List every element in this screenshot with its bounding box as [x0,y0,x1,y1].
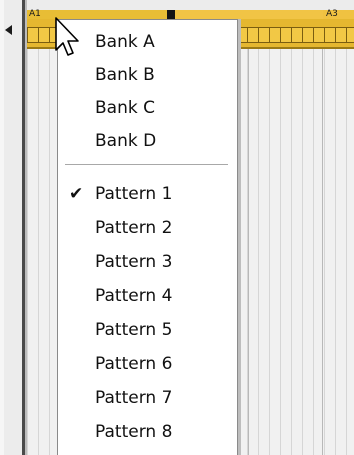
menu-item-pattern-7[interactable]: Pattern 7 [58,381,237,415]
left-edge [0,0,4,455]
menu-item-label: Pattern 1 [95,184,173,204]
menu-item-label: Pattern 8 [95,422,173,442]
menu-item-label: Pattern 3 [95,252,173,272]
triangle-left-icon[interactable] [5,25,12,35]
menu-item-label: Pattern 5 [95,320,173,340]
menu-item-pattern-5[interactable]: Pattern 5 [58,313,237,347]
menu-separator [65,164,228,165]
menu-item-pattern-3[interactable]: Pattern 3 [58,245,237,279]
pattern-popup-menu: Bank A Bank B Bank C Bank D ✔ Pattern 1 … [57,19,238,455]
menu-item-bank-d[interactable]: Bank D [58,124,237,158]
menu-item-label: Pattern 2 [95,218,173,238]
checkmark-icon: ✔ [69,184,84,204]
menu-item-pattern-6[interactable]: Pattern 6 [58,347,237,381]
grid-line [248,48,249,455]
menu-item-label: Pattern 6 [95,354,173,374]
menu-item-label: Bank A [95,32,155,52]
clip[interactable] [175,10,323,19]
clip-label: A1 [29,9,41,19]
menu-item-pattern-8[interactable]: Pattern 8 [58,415,237,449]
clip-label: A3 [326,9,338,19]
menu-item-bank-b[interactable]: Bank B [58,58,237,92]
arrow-cursor-icon [55,17,79,56]
menu-item-bank-c[interactable]: Bank C [58,91,237,125]
menu-item-pattern-1[interactable]: ✔ Pattern 1 [58,177,237,211]
grid-line [322,48,323,455]
menu-item-label: Bank C [95,98,155,118]
menu-item-label: Pattern 4 [95,286,173,306]
menu-item-label: Bank D [95,131,157,151]
clip-a1[interactable] [27,10,167,19]
menu-item-bank-a[interactable]: Bank A [58,25,237,59]
menu-item-label: Bank B [95,65,155,85]
menu-item-pattern-2[interactable]: Pattern 2 [58,211,237,245]
menu-item-label: Pattern 7 [95,388,173,408]
menu-item-pattern-4[interactable]: Pattern 4 [58,279,237,313]
